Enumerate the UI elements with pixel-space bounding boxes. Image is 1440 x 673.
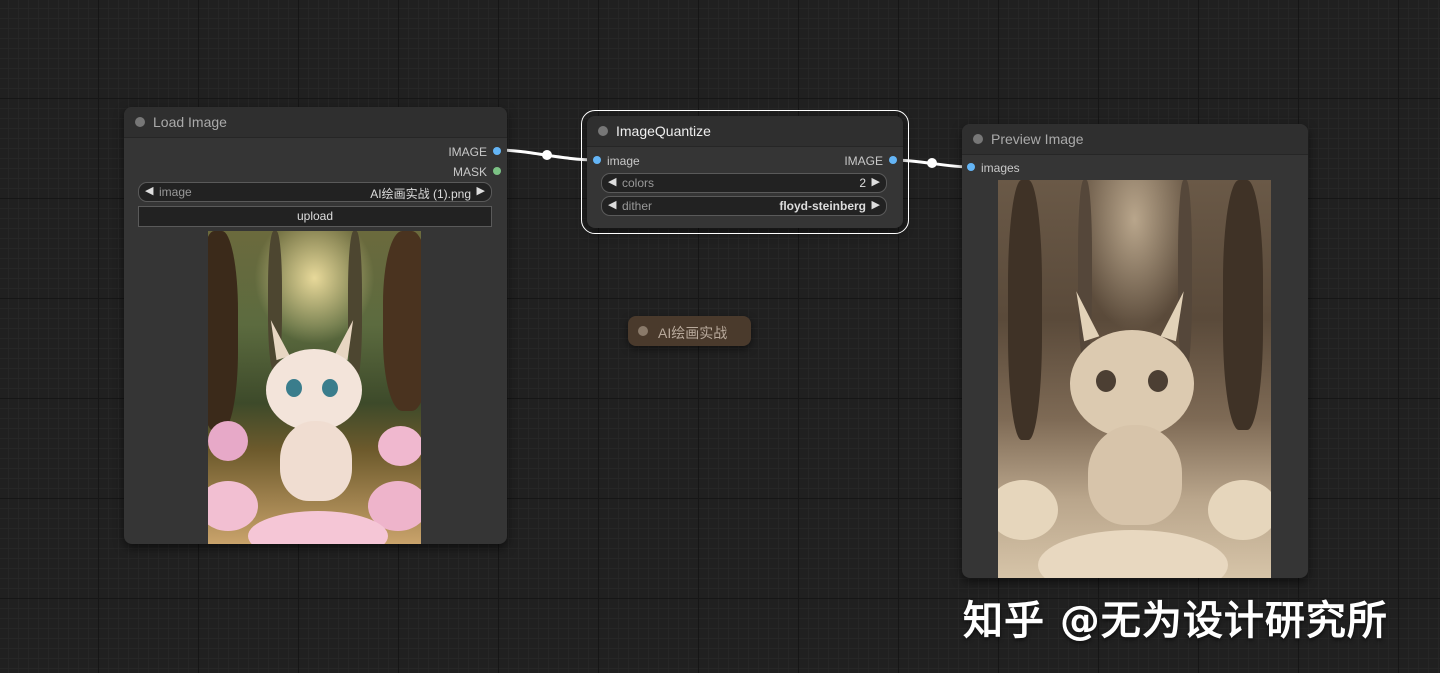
input-label-image: image [607, 154, 640, 168]
output-slot-mask[interactable] [493, 167, 501, 175]
link-load-to-quantize [496, 148, 598, 162]
collapse-dot-icon[interactable] [135, 117, 145, 127]
node-title: Load Image [153, 114, 227, 130]
output-slot-image[interactable] [493, 147, 501, 155]
output-label-image: IMAGE [448, 145, 487, 159]
collapse-dot-icon[interactable] [638, 326, 648, 336]
group-note-node[interactable]: AI绘画实战 [628, 316, 751, 346]
output-label-mask: MASK [452, 165, 487, 179]
load-image-title-bar[interactable]: Load Image [124, 107, 507, 138]
preview-image-title-bar[interactable]: Preview Image [962, 124, 1308, 155]
dither-combo-widget[interactable]: ◀ dither floyd-steinberg ▶ [601, 196, 887, 216]
preview-image-node[interactable]: Preview Image images [962, 124, 1308, 578]
input-slot-image[interactable] [593, 156, 601, 164]
decrement-arrow-icon[interactable]: ◀ [608, 198, 616, 211]
link-midpoint-1 [542, 150, 552, 160]
increment-arrow-icon[interactable]: ▶ [477, 184, 485, 197]
output-label-image: IMAGE [844, 154, 883, 168]
load-image-node[interactable]: Load Image IMAGE MASK ◀ image AI绘画实战 (1)… [124, 107, 507, 544]
preview-output-image [998, 180, 1271, 578]
decrement-arrow-icon[interactable]: ◀ [608, 175, 616, 188]
widget-label: image [159, 185, 192, 199]
node-title: ImageQuantize [616, 123, 711, 139]
input-label-images: images [981, 161, 1020, 175]
collapse-dot-icon[interactable] [598, 126, 608, 136]
image-quantize-node[interactable]: ImageQuantize image IMAGE ◀ colors 2 ▶ ◀… [581, 110, 909, 234]
colors-number-widget[interactable]: ◀ colors 2 ▶ [601, 173, 887, 193]
increment-arrow-icon[interactable]: ▶ [872, 198, 880, 211]
image-quantize-title-bar[interactable]: ImageQuantize [587, 116, 903, 147]
link-quantize-to-preview [892, 158, 972, 169]
upload-button[interactable]: upload [138, 206, 492, 227]
output-slot-image[interactable] [889, 156, 897, 164]
widget-value: floyd-steinberg [779, 199, 866, 213]
collapse-dot-icon[interactable] [973, 134, 983, 144]
widget-value: 2 [859, 176, 866, 190]
loaded-image-preview [208, 231, 421, 544]
watermark-text: 知乎 @无为设计研究所 [963, 598, 1388, 644]
link-midpoint-2 [927, 158, 937, 168]
node-title: Preview Image [991, 131, 1084, 147]
widget-label: colors [622, 176, 655, 190]
decrement-arrow-icon[interactable]: ◀ [145, 184, 153, 197]
input-slot-images[interactable] [967, 163, 975, 171]
note-title: AI绘画实战 [658, 325, 728, 341]
increment-arrow-icon[interactable]: ▶ [872, 175, 880, 188]
widget-label: dither [622, 199, 653, 213]
image-combo-widget[interactable]: ◀ image AI绘画实战 (1).png ▶ [138, 182, 492, 202]
widget-value: AI绘画实战 (1).png [370, 187, 471, 201]
